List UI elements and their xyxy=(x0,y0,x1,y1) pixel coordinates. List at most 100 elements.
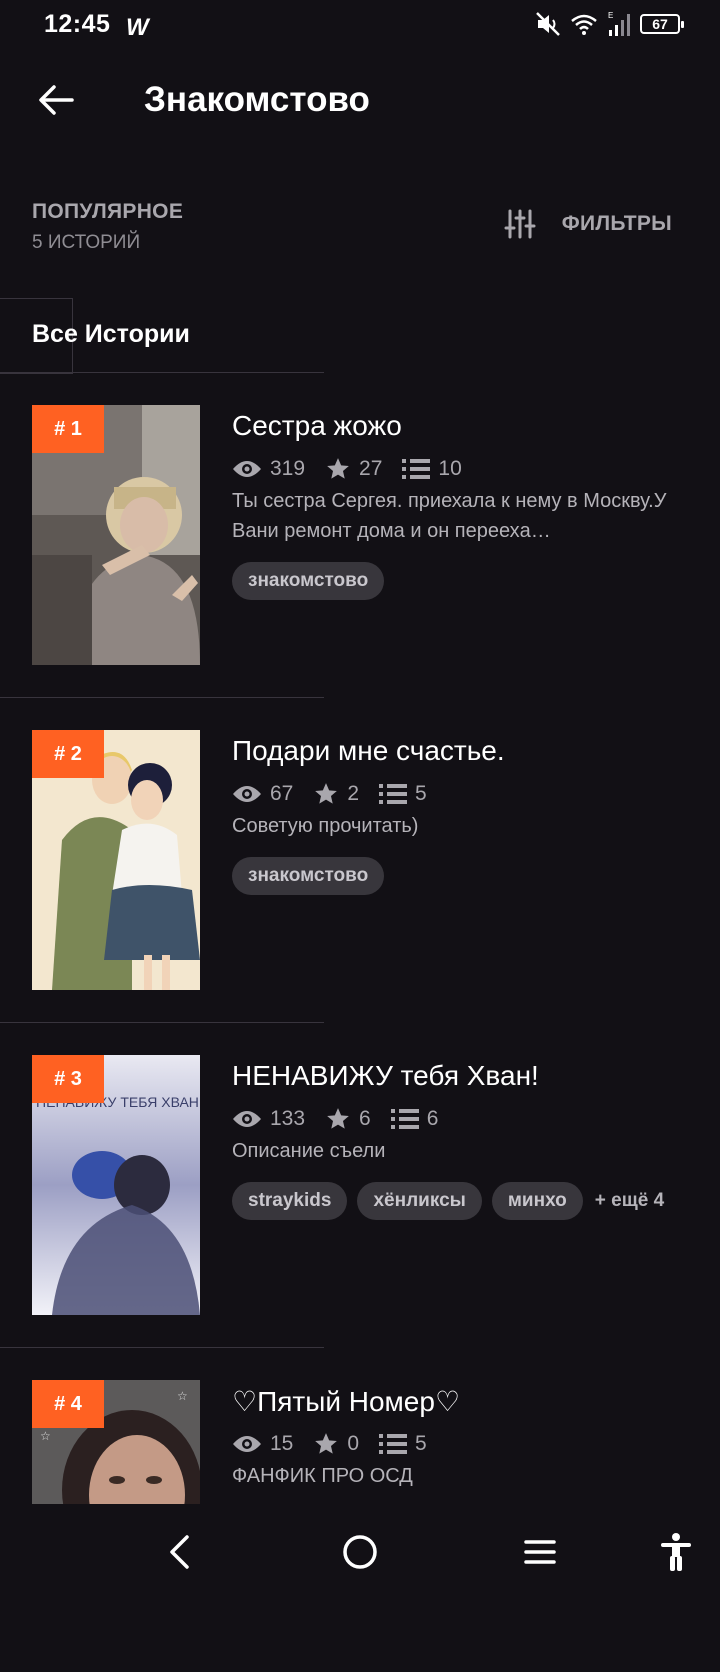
status-bar: 12:45 W E 67 xyxy=(0,0,720,50)
parts-count: 10 xyxy=(438,457,462,480)
filters-label: ФИЛЬТРЫ xyxy=(561,212,672,235)
eye-icon xyxy=(233,461,261,477)
tag-chip[interactable]: straykids xyxy=(232,1182,348,1220)
views-stat: 67 xyxy=(232,782,293,806)
app-header: Знакомстово xyxy=(0,60,720,140)
more-tags-link[interactable]: + ещё 4 xyxy=(595,1190,664,1212)
tag-chip[interactable]: минхо xyxy=(491,1182,583,1220)
list-icon xyxy=(390,1109,419,1129)
votes-count: 27 xyxy=(359,457,383,480)
parts-stat: 5 xyxy=(379,782,427,806)
parts-stat: 10 xyxy=(402,457,462,481)
votes-stat: 2 xyxy=(313,781,359,807)
views-count: 319 xyxy=(270,457,306,480)
votes-count: 0 xyxy=(347,1432,360,1455)
story-item[interactable]: # 2 Подари мне счастье. 67 2 5 Советую п… xyxy=(0,697,720,1022)
star-icon xyxy=(315,1433,338,1454)
list-icon xyxy=(379,784,408,804)
story-title[interactable]: Подари мне счастье. xyxy=(232,735,505,767)
parts-stat: 5 xyxy=(379,1432,427,1456)
list-icon xyxy=(402,459,431,479)
tag-chip[interactable]: знакомстово xyxy=(232,857,385,895)
story-stats: 319 27 10 xyxy=(232,456,482,482)
rank-badge: # 2 xyxy=(32,730,104,778)
page-title: Знакомстово xyxy=(144,80,370,119)
story-stats: 15 0 5 xyxy=(232,1431,447,1457)
battery-level: 67 xyxy=(652,16,668,32)
story-list: # 1 Сестра жожо 319 27 10 Ты сестра Серг… xyxy=(0,372,720,1672)
story-description: Описание съели xyxy=(232,1140,386,1162)
accessibility-button[interactable] xyxy=(654,1530,698,1574)
wattpad-logo-icon: W xyxy=(126,14,149,41)
rank-badge: # 1 xyxy=(32,405,104,453)
tag-list: знакомстово xyxy=(232,562,385,600)
views-count: 67 xyxy=(270,782,294,805)
story-stats: 133 6 6 xyxy=(232,1106,458,1132)
divider xyxy=(0,1347,324,1348)
votes-stat: 27 xyxy=(325,456,382,482)
story-description: Ты сестра Сергея. приехала к нему в Моск… xyxy=(232,490,667,542)
views-count: 15 xyxy=(270,1432,294,1455)
wifi-icon xyxy=(571,14,597,35)
nav-back-icon xyxy=(170,1535,189,1569)
filters-button[interactable]: ФИЛЬТРЫ xyxy=(504,208,672,240)
nav-back-button[interactable] xyxy=(158,1530,202,1574)
eye-icon xyxy=(233,1436,261,1452)
tag-chip[interactable]: знакомстово xyxy=(232,562,385,600)
divider xyxy=(0,1022,324,1023)
parts-count: 5 xyxy=(415,1432,427,1455)
parts-stat: 6 xyxy=(390,1107,439,1131)
eye-icon xyxy=(233,1111,261,1127)
views-stat: 319 xyxy=(232,457,305,481)
votes-stat: 0 xyxy=(313,1431,359,1457)
story-description: ФАНФИК ПРО ОСД xyxy=(232,1465,413,1487)
nav-menu-icon xyxy=(524,1540,556,1564)
tab-all-stories[interactable]: Все Истории xyxy=(32,320,190,349)
story-title[interactable]: НЕНАВИЖУ тебя Хван! xyxy=(232,1060,539,1092)
story-count: 5 ИСТОРИЙ xyxy=(32,232,141,253)
battery-icon: 67 xyxy=(640,14,684,34)
accessibility-icon xyxy=(661,1533,691,1571)
mute-icon xyxy=(536,12,560,36)
nav-home-button[interactable] xyxy=(338,1530,382,1574)
status-icons: E 67 xyxy=(534,10,684,38)
sort-label: ПОПУЛЯРНОЕ xyxy=(32,200,184,223)
sliders-icon xyxy=(504,209,536,239)
star-icon xyxy=(315,783,338,804)
list-icon xyxy=(379,1434,408,1454)
eye-icon xyxy=(233,786,261,802)
views-stat: 15 xyxy=(232,1432,293,1456)
nav-home-icon xyxy=(343,1535,377,1569)
star-icon xyxy=(327,1108,349,1129)
sort-selector[interactable]: ПОПУЛЯРНОЕ 5 ИСТОРИЙ xyxy=(32,200,183,254)
tag-list: straykids хёнликсы минхо + ещё 4 xyxy=(232,1182,664,1220)
story-title[interactable]: Сестра жожо xyxy=(232,410,402,442)
nav-menu-button[interactable] xyxy=(518,1530,562,1574)
signal-icon: E xyxy=(608,11,630,36)
story-item[interactable]: НЕНАВИЖУ ТЕБЯ ХВАН! # 3 НЕНАВИЖУ тебя Хв… xyxy=(0,1022,720,1347)
svg-text:☆: ☆ xyxy=(40,1429,51,1443)
star-icon xyxy=(327,458,349,479)
svg-text:E: E xyxy=(608,11,613,20)
story-description: Советую прочитать) xyxy=(232,815,419,837)
votes-count: 2 xyxy=(347,782,360,805)
views-stat: 133 xyxy=(232,1107,305,1131)
tag-chip[interactable]: хёнликсы xyxy=(357,1182,482,1220)
story-title[interactable]: ♡Пятый Номер♡ xyxy=(232,1385,460,1418)
votes-stat: 6 xyxy=(325,1106,371,1132)
rank-badge: # 3 xyxy=(32,1055,104,1103)
story-item[interactable]: # 1 Сестра жожо 319 27 10 Ты сестра Серг… xyxy=(0,372,720,697)
divider xyxy=(0,697,324,698)
back-button[interactable] xyxy=(36,80,76,120)
status-time: 12:45 xyxy=(44,10,111,38)
rank-badge: # 4 xyxy=(32,1380,104,1428)
votes-count: 6 xyxy=(359,1107,371,1130)
tag-list: знакомстово xyxy=(232,857,385,895)
parts-count: 6 xyxy=(426,1107,439,1130)
divider xyxy=(0,372,324,373)
story-stats: 67 2 5 xyxy=(232,781,447,807)
parts-count: 5 xyxy=(415,782,427,805)
svg-text:☆: ☆ xyxy=(177,1389,188,1403)
system-nav-bar xyxy=(0,1504,720,1600)
views-count: 133 xyxy=(270,1107,306,1130)
